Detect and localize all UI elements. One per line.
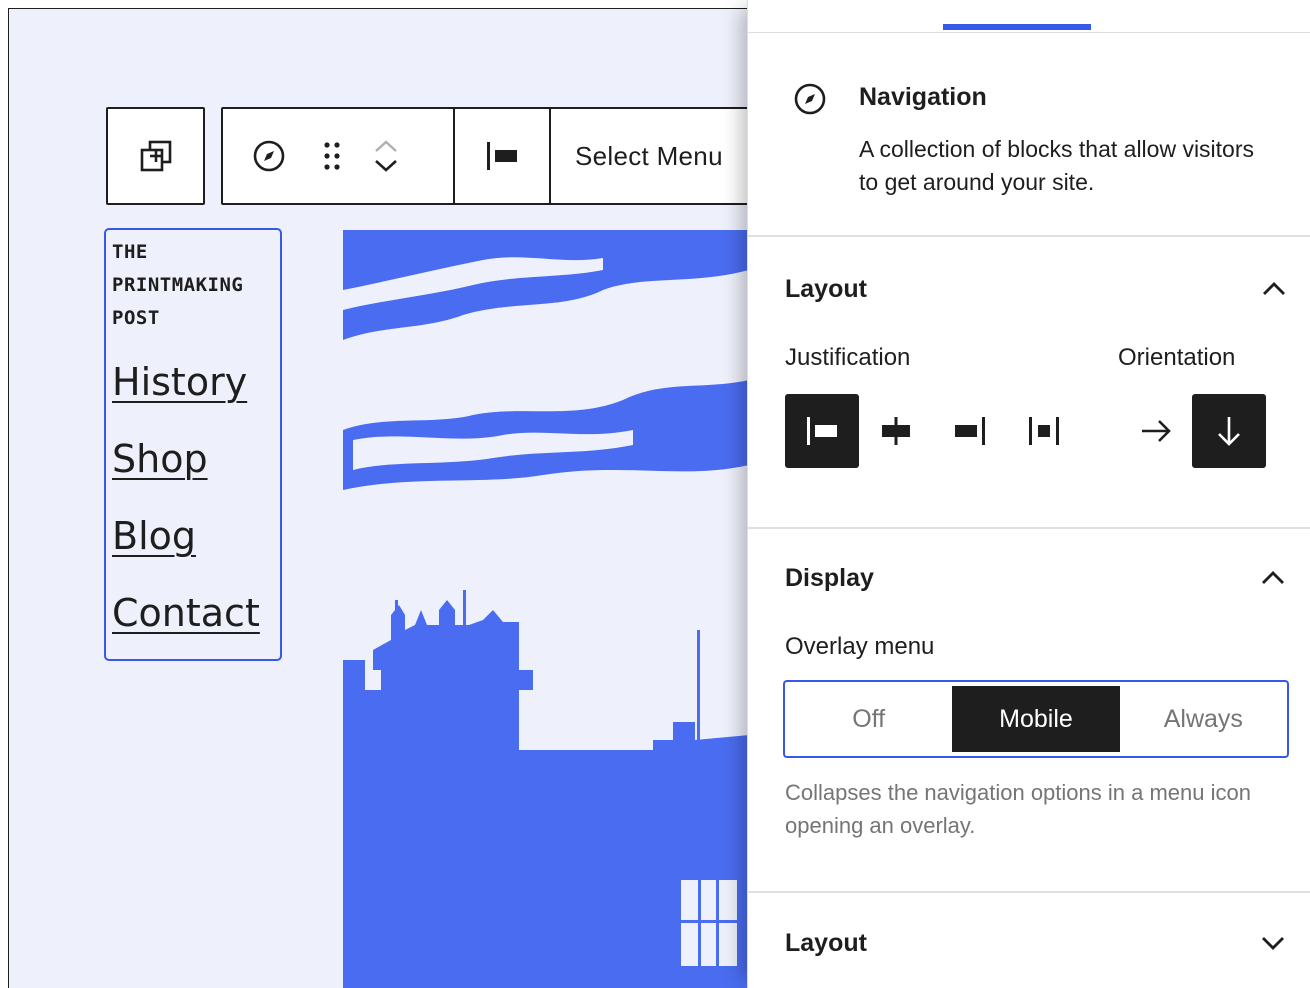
orientation-label: Orientation [1118, 344, 1236, 371]
justify-right-option[interactable] [933, 394, 1007, 468]
block-card-description: A collection of blocks that allow visito… [859, 136, 1255, 195]
justification-button[interactable] [453, 109, 549, 203]
layout-panel-2-toggle[interactable] [1258, 928, 1288, 958]
editor-canvas: Select Menu THE PRINTMAKING POST History… [8, 8, 748, 988]
layout-panel-toggle[interactable] [1259, 274, 1289, 304]
nav-link-shop[interactable]: Shop [112, 439, 280, 479]
layout-panel-title[interactable]: Layout [785, 275, 867, 304]
justify-center-icon [882, 417, 910, 445]
layout-panel-2-title[interactable]: Layout [785, 929, 867, 958]
chevron-up-icon[interactable] [373, 139, 399, 153]
overlay-option-mobile[interactable]: Mobile [952, 686, 1120, 752]
site-title-line: POST [112, 307, 160, 329]
justify-center-option[interactable] [859, 394, 933, 468]
active-tab-indicator[interactable] [943, 24, 1091, 30]
overlay-option-off[interactable]: Off [785, 686, 952, 752]
drag-handle-icon [324, 142, 340, 170]
select-parent-icon [140, 140, 171, 172]
block-movers [373, 139, 399, 173]
chevron-up-icon [1262, 571, 1284, 584]
compass-icon [792, 81, 828, 122]
overlay-option-always[interactable]: Always [1120, 686, 1287, 752]
arrow-right-icon [1142, 420, 1171, 442]
display-panel-title[interactable]: Display [785, 564, 874, 593]
navigation-block[interactable]: THE PRINTMAKING POST History Shop Blog C… [104, 228, 282, 661]
printmaking-artwork-image [343, 230, 748, 988]
block-card-title: Navigation [859, 83, 987, 111]
nav-link-contact[interactable]: Contact [112, 593, 280, 633]
justify-space-between-icon [1029, 417, 1059, 445]
arrow-down-icon [1218, 417, 1240, 446]
justification-label: Justification [785, 344, 911, 371]
justify-left-option[interactable] [785, 394, 859, 468]
block-toolbar: Select Menu [221, 107, 748, 205]
chevron-down-icon [1262, 937, 1284, 950]
orientation-vertical-option[interactable] [1192, 394, 1266, 468]
settings-sidebar: Navigation A collection of blocks that a… [747, 0, 1310, 988]
block-tools-group [223, 109, 453, 203]
chevron-up-icon [1263, 282, 1285, 295]
orientation-horizontal-option[interactable] [1119, 394, 1193, 468]
layout-panel: Layout Justification Orientation [748, 239, 1310, 529]
drag-handle[interactable] [321, 139, 343, 173]
block-type-button[interactable] [251, 138, 287, 174]
select-menu-button[interactable]: Select Menu [549, 109, 748, 203]
overlay-help-text: Collapses the navigation options in a me… [785, 780, 1251, 838]
cover-artwork [343, 230, 748, 988]
justify-space-between-option[interactable] [1007, 394, 1081, 468]
nav-link-blog[interactable]: Blog [112, 516, 280, 556]
justify-right-icon [955, 417, 985, 445]
site-title-line: PRINTMAKING [112, 274, 244, 296]
display-panel-toggle[interactable] [1258, 563, 1288, 593]
block-card: Navigation A collection of blocks that a… [748, 33, 1310, 237]
site-title-line: THE [112, 241, 148, 263]
chevron-down-icon[interactable] [373, 159, 399, 173]
justify-left-icon [807, 417, 837, 445]
nav-link-history[interactable]: History [112, 362, 280, 402]
select-parent-button[interactable] [106, 107, 205, 205]
overlay-menu-toggle-group: Off Mobile Always [783, 680, 1289, 758]
justify-left-icon [487, 142, 517, 170]
site-title: THE PRINTMAKING POST [112, 236, 280, 335]
compass-icon [253, 140, 285, 172]
overlay-menu-label: Overlay menu [785, 633, 935, 660]
